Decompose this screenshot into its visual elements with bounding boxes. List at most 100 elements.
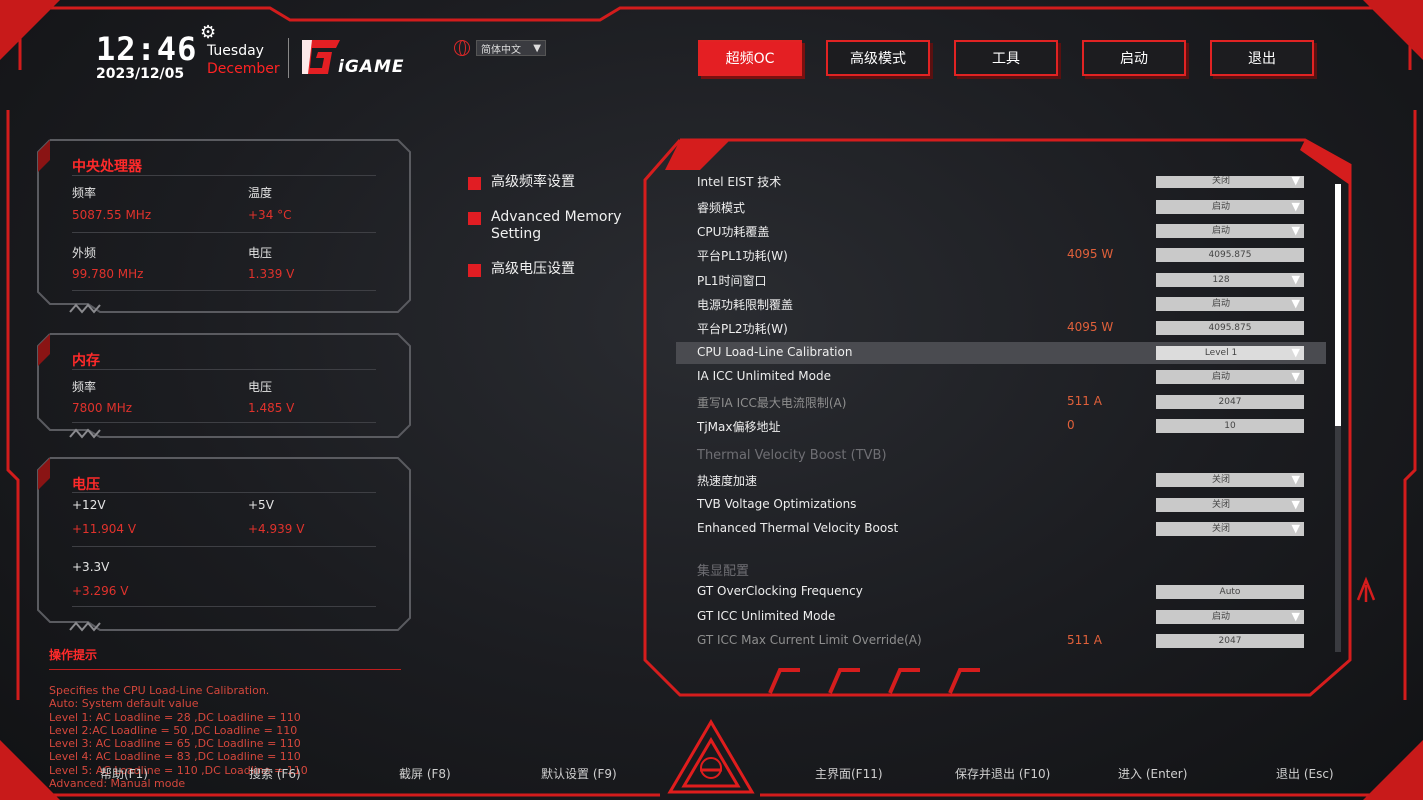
bullet-square-icon (468, 177, 481, 190)
setting-input[interactable]: Auto (1156, 585, 1304, 599)
setting-input[interactable]: 4095.875 (1156, 321, 1304, 335)
setting-dropdown[interactable]: 启动 (1156, 200, 1304, 214)
cpu-info-panel: 中央处理器 频率 5087.55 MHz 温度 +34 °C 外频 99.780… (38, 140, 410, 312)
setting-row-enhanced-tvb[interactable]: Enhanced Thermal Velocity Boost 关闭 (676, 518, 1326, 540)
setting-row-turbo-mode[interactable]: 睿频模式 启动 (676, 196, 1326, 218)
setting-dropdown[interactable]: 关闭 (1156, 522, 1304, 536)
weekday: Tuesday (207, 43, 264, 59)
v5-label: +5V (248, 498, 274, 512)
submenu-advanced-memory[interactable]: Advanced Memory Setting (468, 209, 641, 243)
divider (72, 290, 376, 291)
divider (72, 606, 376, 607)
help-line: Level 1: AC Loadline = 28 ,DC Loadline =… (49, 710, 301, 724)
memory-panel-title: 内存 (72, 353, 100, 369)
top-navigation: 超频OC 高级模式 工具 启动 退出 (698, 40, 1314, 76)
submenu-label: 高级频率设置 (491, 174, 575, 190)
tab-overclock[interactable]: 超频OC (698, 40, 802, 76)
footer-save-exit-key[interactable]: 保存并退出 (F10) (955, 765, 1050, 782)
clock-date: 2023/12/05 (96, 66, 185, 82)
setting-row-ia-icc-max[interactable]: 重写IA ICC最大电流限制(A) 511 A 2047 (676, 391, 1326, 413)
help-line: Level 3: AC Loadline = 65 ,DC Loadline =… (49, 737, 301, 751)
setting-dropdown[interactable]: 关闭 (1156, 473, 1304, 487)
setting-row-ia-icc-unlimited[interactable]: IA ICC Unlimited Mode 启动 (676, 366, 1326, 388)
footer-defaults-key[interactable]: 默认设置 (F9) (541, 765, 617, 782)
footer-help-key[interactable]: 帮助(F1) (100, 765, 148, 782)
setting-input[interactable]: 4095.875 (1156, 248, 1304, 262)
bullet-square-icon (468, 212, 481, 225)
setting-name: 睿频模式 (697, 201, 746, 215)
scrollbar-thumb[interactable] (1335, 184, 1341, 426)
setting-row-pl1-time-window[interactable]: PL1时间窗口 128 (676, 269, 1326, 291)
submenu-label: 高级电压设置 (491, 261, 575, 277)
igame-logo-icon (302, 40, 340, 74)
setting-row-cpu-llc[interactable]: CPU Load-Line Calibration Level 1 (676, 342, 1326, 364)
setting-name: 重写IA ICC最大电流限制(A) (697, 396, 847, 410)
setting-row-gt-icc-unlimited[interactable]: GT ICC Unlimited Mode 启动 (676, 606, 1326, 628)
setting-row-tvb[interactable]: 热速度加速 关闭 (676, 469, 1326, 491)
setting-dropdown[interactable]: Level 1 (1156, 346, 1304, 360)
setting-row-gt-oc-freq[interactable]: GT OverClocking Frequency Auto (676, 581, 1326, 603)
clock: 12:46 2023/12/05 (96, 32, 216, 82)
cpu-freq-label: 频率 (72, 186, 97, 200)
tab-advanced-mode[interactable]: 高级模式 (826, 40, 930, 76)
setting-dropdown[interactable]: 关闭 (1156, 498, 1304, 512)
divider (72, 546, 376, 547)
tab-exit[interactable]: 退出 (1210, 40, 1314, 76)
setting-row-cpu-power-override[interactable]: CPU功耗覆盖 启动 (676, 220, 1326, 242)
footer-exit-key[interactable]: 退出 (Esc) (1276, 765, 1334, 782)
settings-scrollbar[interactable] (1335, 184, 1341, 652)
setting-input[interactable]: 10 (1156, 419, 1304, 433)
v33-label: +3.3V (72, 560, 110, 574)
setting-readout: 511 A (1067, 394, 1102, 408)
setting-row-eist[interactable]: Intel EIST 技术 关闭 (676, 176, 1326, 192)
gear-icon[interactable]: ⚙ (200, 22, 216, 43)
setting-row-pl2-power[interactable]: 平台PL2功耗(W) 4095 W 4095.875 (676, 317, 1326, 339)
brand-logo: iGAME (296, 36, 420, 78)
submenu-advanced-frequency[interactable]: 高级频率设置 (468, 174, 641, 191)
submenu-advanced-voltage[interactable]: 高级电压设置 (468, 261, 641, 278)
divider (72, 369, 376, 370)
setting-row-power-limit-override[interactable]: 电源功耗限制覆盖 启动 (676, 293, 1326, 315)
footer-search-key[interactable]: 搜索 (F6) (249, 765, 301, 782)
setting-dropdown[interactable]: 启动 (1156, 370, 1304, 384)
voltage-info-panel: 电压 +12V +11.904 V +5V +4.939 V +3.3V +3.… (38, 458, 410, 630)
logo-text: iGAME (338, 57, 405, 77)
cpu-bclk-label: 外频 (72, 246, 97, 260)
tab-tools[interactable]: 工具 (954, 40, 1058, 76)
submenu-label: Advanced Memory Setting (491, 209, 622, 242)
setting-input[interactable]: 2047 (1156, 395, 1304, 409)
setting-dropdown[interactable]: 启动 (1156, 610, 1304, 624)
setting-readout: 4095 W (1067, 247, 1114, 261)
setting-dropdown[interactable]: 关闭 (1156, 176, 1304, 188)
setting-name: Intel EIST 技术 (697, 176, 782, 189)
setting-dropdown[interactable]: 启动 (1156, 297, 1304, 311)
cpu-temp-value: +34 °C (248, 208, 292, 222)
language-selector[interactable]: 简体中文 ▼ (454, 40, 546, 56)
setting-name: GT OverClocking Frequency (697, 584, 863, 598)
cpu-volt-value: 1.339 V (248, 267, 295, 281)
group-header-igpu: 集显配置 (697, 564, 750, 579)
divider (72, 492, 376, 493)
footer-main-key[interactable]: 主界面(F11) (815, 765, 883, 782)
setting-row-tvb-voltage-opt[interactable]: TVB Voltage Optimizations 关闭 (676, 494, 1326, 516)
setting-row-gt-icc-max[interactable]: GT ICC Max Current Limit Override(A) 511… (676, 630, 1326, 652)
cpu-temp-label: 温度 (248, 186, 273, 200)
setting-dropdown[interactable]: 128 (1156, 273, 1304, 287)
cpu-bclk-value: 99.780 MHz (72, 267, 144, 281)
language-dropdown[interactable]: 简体中文 ▼ (476, 40, 546, 56)
setting-row-pl1-power[interactable]: 平台PL1功耗(W) 4095 W 4095.875 (676, 244, 1326, 266)
setting-name: CPU功耗覆盖 (697, 225, 770, 239)
setting-readout: 511 A (1067, 633, 1102, 647)
footer-enter-key[interactable]: 进入 (Enter) (1118, 765, 1187, 782)
tab-boot[interactable]: 启动 (1082, 40, 1186, 76)
setting-dropdown[interactable]: 启动 (1156, 224, 1304, 238)
setting-row-tjmax-offset[interactable]: TjMax偏移地址 0 10 (676, 415, 1326, 437)
setting-name: 平台PL2功耗(W) (697, 322, 788, 336)
setting-readout: 4095 W (1067, 320, 1114, 334)
setting-name: 平台PL1功耗(W) (697, 249, 788, 263)
mem-volt-label: 电压 (248, 380, 273, 394)
setting-input[interactable]: 2047 (1156, 634, 1304, 648)
footer-screenshot-key[interactable]: 截屏 (F8) (399, 765, 451, 782)
group-header-tvb: Thermal Velocity Boost (TVB) (697, 448, 887, 463)
day-info: Tuesday December (207, 42, 280, 78)
